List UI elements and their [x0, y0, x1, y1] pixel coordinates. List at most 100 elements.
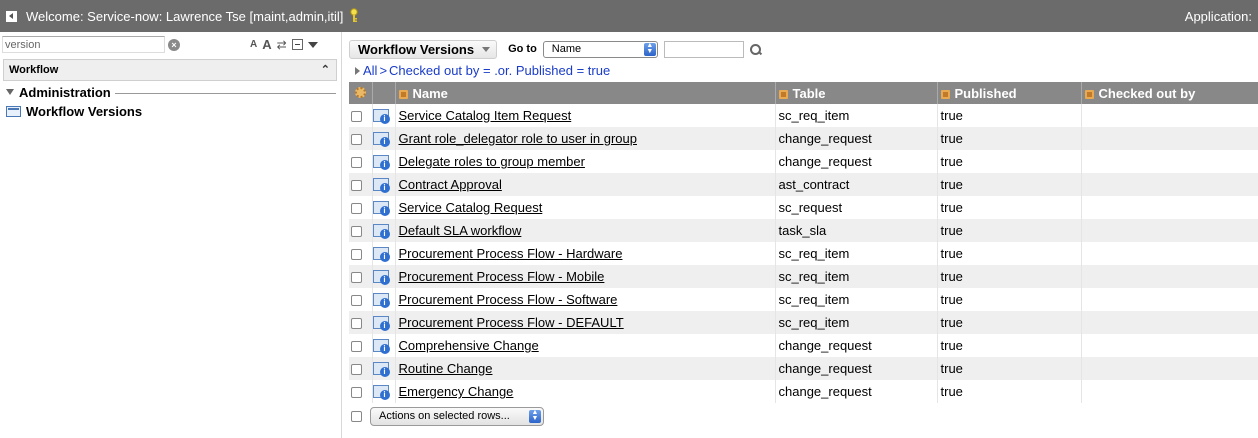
column-header-name[interactable]: Name [395, 82, 776, 104]
cell-table: change_request [775, 357, 938, 380]
cell-checked-out-by [1081, 380, 1258, 403]
cell-checked-out-by [1081, 357, 1258, 380]
record-link[interactable]: Routine Change [399, 361, 493, 376]
list-title-menu[interactable]: Workflow Versions [349, 39, 498, 59]
left-nav: × A A ⇄ Workflow ⌃ Administration Workfl… [0, 32, 342, 438]
row-checkbox-cell [349, 357, 373, 380]
breadcrumb: All > Checked out by = .or. Published = … [355, 63, 610, 78]
collapse-icon[interactable] [6, 10, 17, 22]
cell-name: Delegate roles to group member [395, 150, 776, 173]
row-checkbox[interactable] [351, 134, 362, 146]
row-checkbox[interactable] [351, 180, 362, 192]
record-info-icon[interactable] [372, 385, 390, 401]
list-title: Workflow Versions [358, 41, 475, 57]
record-info-icon[interactable] [372, 178, 390, 194]
cell-published: true [937, 150, 1082, 173]
row-checkbox[interactable] [351, 157, 362, 169]
search-icon[interactable] [749, 43, 762, 56]
record-info-icon[interactable] [372, 339, 390, 355]
record-link[interactable]: Procurement Process Flow - DEFAULT [399, 315, 624, 330]
column-label: Published [954, 85, 1017, 101]
row-icon-cell [372, 127, 396, 150]
record-link[interactable]: Delegate roles to group member [399, 154, 585, 169]
record-link[interactable]: Procurement Process Flow - Software [399, 292, 618, 307]
select-all-checkbox[interactable] [351, 411, 362, 422]
cell-name: Service Catalog Item Request [395, 104, 776, 127]
main-content: Workflow Versions Go to Name ▲ ▼ All > Ch… [343, 32, 1258, 438]
table-row: Delegate roles to group member change_req… [349, 150, 1258, 173]
record-link[interactable]: Procurement Process Flow - Mobile [399, 269, 605, 284]
row-checkbox[interactable] [351, 387, 362, 399]
row-icon-cell [372, 380, 396, 403]
record-info-icon[interactable] [372, 293, 390, 309]
cell-table: task_sla [775, 219, 938, 242]
record-link[interactable]: Service Catalog Request [399, 200, 543, 215]
row-checkbox[interactable] [351, 226, 362, 238]
table-row: Comprehensive Change change_requesttrue [349, 334, 1258, 357]
cell-checked-out-by [1081, 311, 1258, 334]
row-checkbox[interactable] [351, 272, 362, 284]
column-header-published[interactable]: Published [937, 82, 1082, 104]
record-info-icon[interactable] [372, 362, 390, 378]
app-header-workflow[interactable]: Workflow ⌃ [3, 59, 337, 81]
collapse-up-icon[interactable]: ⌃ [321, 60, 330, 80]
clear-icon[interactable]: × [168, 39, 180, 51]
column-header-table[interactable]: Table [775, 82, 938, 104]
cell-name: Emergency Change [395, 380, 776, 403]
key-icon[interactable] [349, 8, 359, 24]
column-header-checked-out-by[interactable]: Checked out by [1081, 82, 1258, 104]
cell-name: Procurement Process Flow - Mobile [395, 265, 776, 288]
record-info-icon[interactable] [372, 247, 390, 263]
row-checkbox-cell [349, 380, 373, 403]
goto-selected-value: Name [551, 42, 582, 55]
row-checkbox[interactable] [351, 203, 362, 215]
app-header-label: Workflow [9, 64, 59, 76]
record-info-icon[interactable] [372, 316, 390, 332]
record-link[interactable]: Default SLA workflow [399, 223, 522, 238]
refresh-icon[interactable]: ⇄ [277, 38, 287, 52]
record-link[interactable]: Emergency Change [399, 384, 514, 399]
record-info-icon[interactable] [372, 270, 390, 286]
row-checkbox-cell [349, 196, 373, 219]
table-row: Procurement Process Flow - Mobile sc_req_… [349, 265, 1258, 288]
font-larger-icon[interactable]: A [262, 37, 271, 52]
record-info-icon[interactable] [372, 155, 390, 171]
collapse-all-icon[interactable] [291, 39, 303, 50]
font-smaller-icon[interactable]: A [250, 39, 257, 50]
personalize-column[interactable] [349, 82, 373, 104]
breadcrumb-all[interactable]: All [363, 63, 377, 78]
nav-filter-input[interactable] [2, 36, 165, 53]
record-link[interactable]: Grant role_delegator role to user in gro… [399, 131, 637, 146]
goto-field-select[interactable]: Name ▲ ▼ [542, 40, 658, 58]
workflow-versions-table: Name Table Published Checked out by Serv… [349, 82, 1258, 403]
record-link[interactable]: Procurement Process Flow - Hardware [399, 246, 623, 261]
row-checkbox[interactable] [351, 249, 362, 261]
record-link[interactable]: Service Catalog Item Request [399, 108, 572, 123]
record-info-icon[interactable] [372, 109, 390, 125]
row-checkbox-cell [349, 334, 373, 357]
menu-icon[interactable] [307, 41, 318, 48]
gear-icon[interactable] [355, 86, 366, 98]
record-info-icon[interactable] [372, 224, 390, 240]
row-checkbox[interactable] [351, 295, 362, 307]
cell-table: sc_req_item [775, 242, 938, 265]
module-group-administration[interactable]: Administration [6, 84, 336, 100]
record-link[interactable]: Comprehensive Change [399, 338, 539, 353]
record-info-icon[interactable] [372, 132, 390, 148]
cell-name: Procurement Process Flow - Hardware [395, 242, 776, 265]
record-info-icon[interactable] [372, 201, 390, 217]
record-link[interactable]: Contract Approval [399, 177, 502, 192]
module-workflow-versions[interactable]: Workflow Versions [6, 103, 142, 119]
row-checkbox[interactable] [351, 341, 362, 353]
breadcrumb-expand-icon[interactable] [355, 66, 360, 75]
row-checkbox[interactable] [351, 111, 362, 123]
row-checkbox[interactable] [351, 364, 362, 376]
goto-input[interactable] [663, 40, 744, 58]
application-label[interactable]: Application: [1185, 9, 1252, 24]
row-icon-cell [372, 150, 396, 173]
row-checkbox[interactable] [351, 318, 362, 330]
icon-column [372, 82, 396, 104]
table-row: Service Catalog Request sc_requesttrue [349, 196, 1258, 219]
actions-select[interactable]: Actions on selected rows... ▲ ▼ [370, 407, 544, 426]
breadcrumb-filter[interactable]: Checked out by = .or. Published = true [389, 63, 610, 78]
